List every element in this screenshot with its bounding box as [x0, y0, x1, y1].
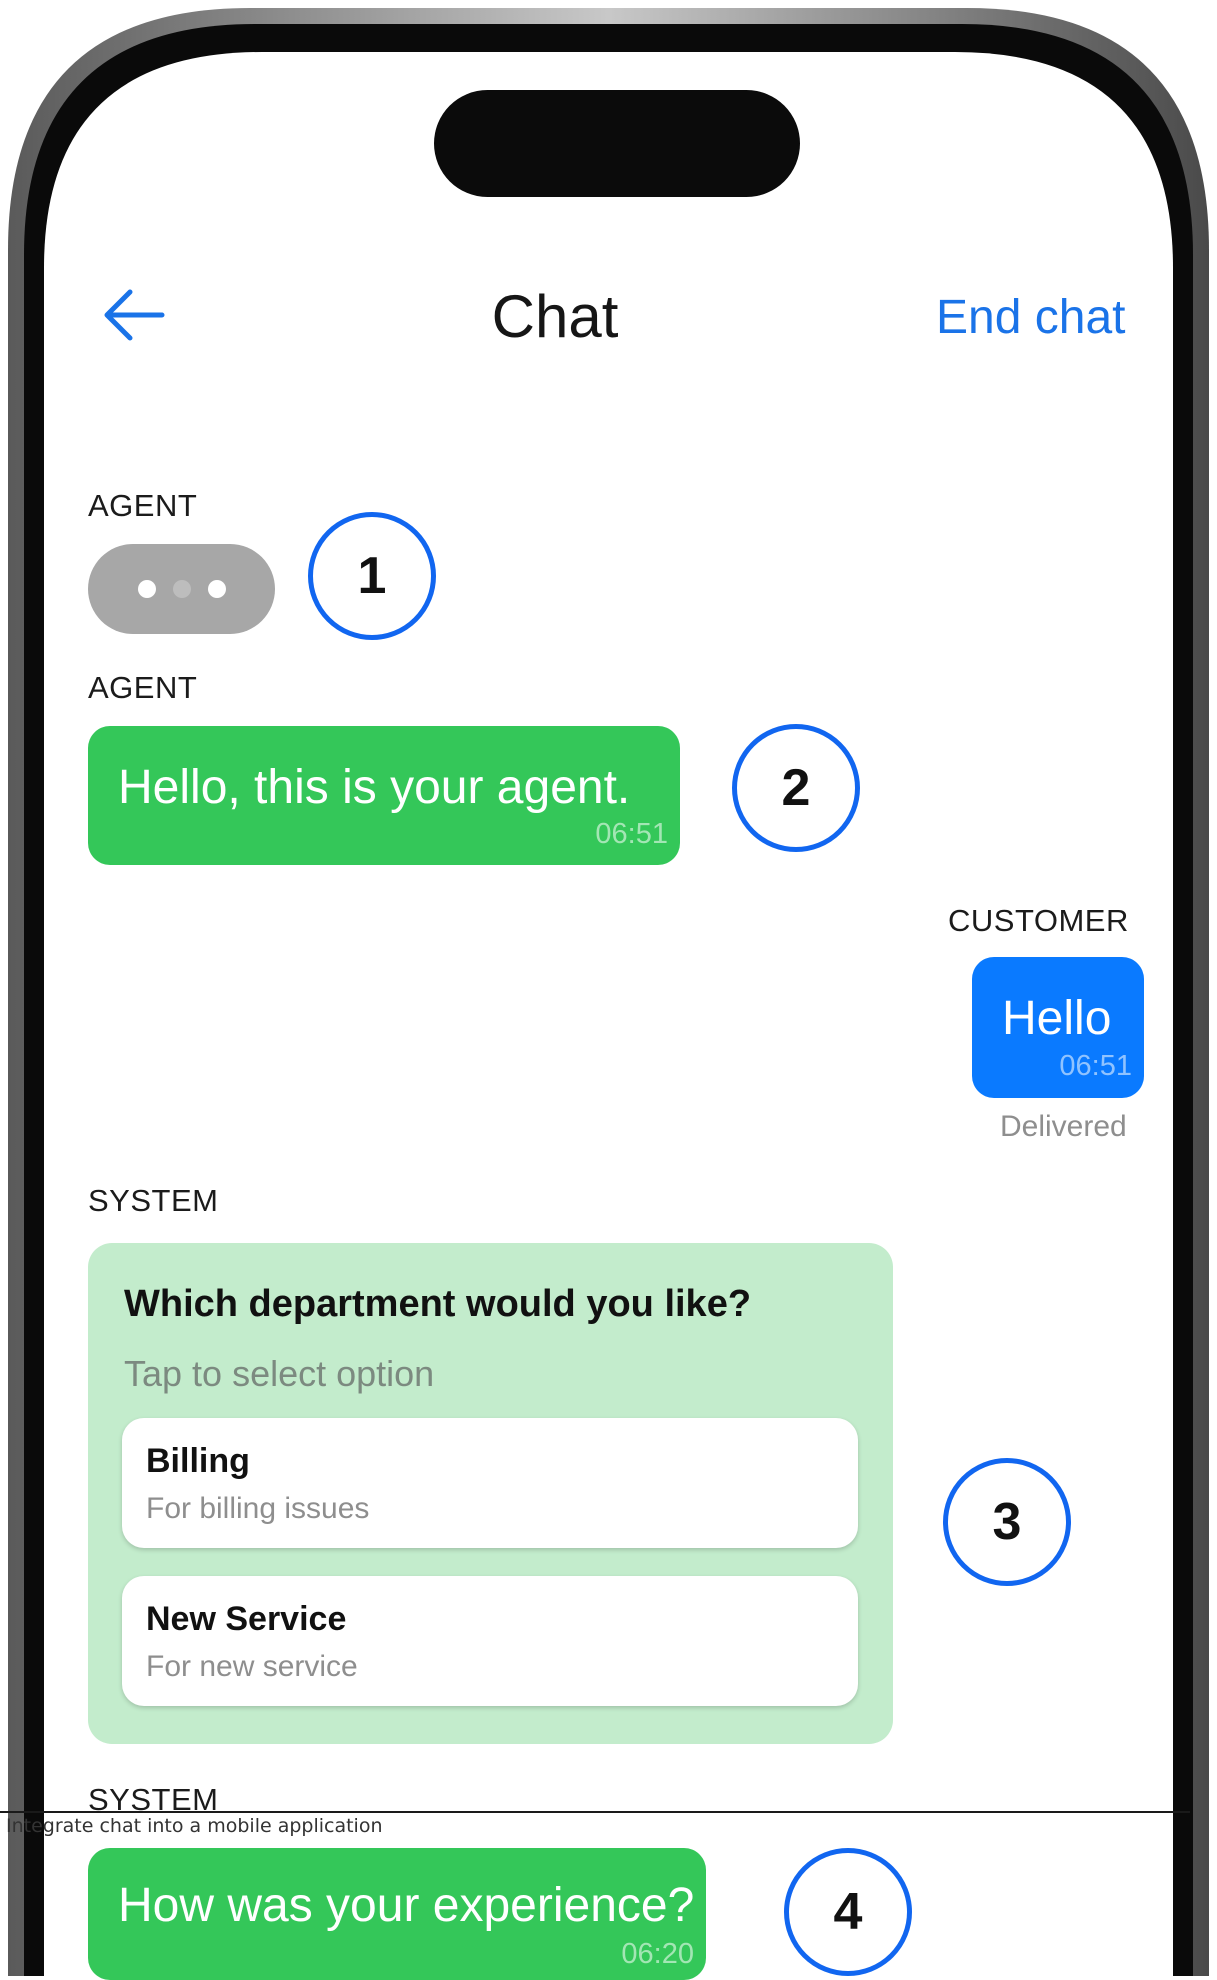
- option-title: New Service: [146, 1600, 347, 1638]
- options-card: Which department would you like? Tap to …: [88, 1243, 893, 1744]
- message-timestamp: 06:51: [1059, 1050, 1132, 1082]
- message-text: Hello: [1002, 992, 1112, 1045]
- message-timestamp: 06:51: [595, 818, 668, 850]
- dynamic-island: [434, 90, 800, 197]
- option-description: For new service: [146, 1650, 358, 1683]
- typing-dot: [173, 580, 191, 598]
- survey-message-bubble: How was your experience? 06:20: [88, 1848, 706, 1980]
- option-title: Billing: [146, 1442, 250, 1480]
- callout-marker: 4: [784, 1848, 912, 1976]
- sender-label: CUSTOMER: [948, 903, 1129, 938]
- sender-label: AGENT: [88, 670, 198, 705]
- agent-message-bubble: Hello, this is your agent. 06:51: [88, 726, 680, 865]
- customer-message-bubble: Hello 06:51: [972, 957, 1144, 1098]
- callout-marker: 3: [943, 1458, 1071, 1586]
- options-instruction: Tap to select option: [124, 1353, 435, 1394]
- callout-marker: 2: [732, 724, 860, 852]
- sender-label: SYSTEM: [88, 1183, 219, 1218]
- sender-label: AGENT: [88, 488, 198, 523]
- option-description: For billing issues: [146, 1492, 370, 1525]
- message-text: Hello, this is your agent.: [118, 761, 631, 814]
- caption-divider: [0, 1811, 1190, 1813]
- option-billing[interactable]: Billing For billing issues: [122, 1418, 858, 1548]
- delivery-status: Delivered: [1000, 1110, 1127, 1143]
- message-timestamp: 06:20: [621, 1938, 694, 1970]
- message-text: How was your experience?: [118, 1879, 695, 1932]
- options-question: Which department would you like?: [124, 1283, 752, 1325]
- image-caption: Integrate chat into a mobile application: [6, 1815, 383, 1837]
- end-chat-button[interactable]: End chat: [936, 290, 1125, 345]
- option-new-service[interactable]: New Service For new service: [122, 1576, 858, 1706]
- typing-dot: [208, 580, 226, 598]
- typing-indicator: [88, 544, 275, 634]
- callout-marker: 1: [308, 512, 436, 640]
- typing-dot: [138, 580, 156, 598]
